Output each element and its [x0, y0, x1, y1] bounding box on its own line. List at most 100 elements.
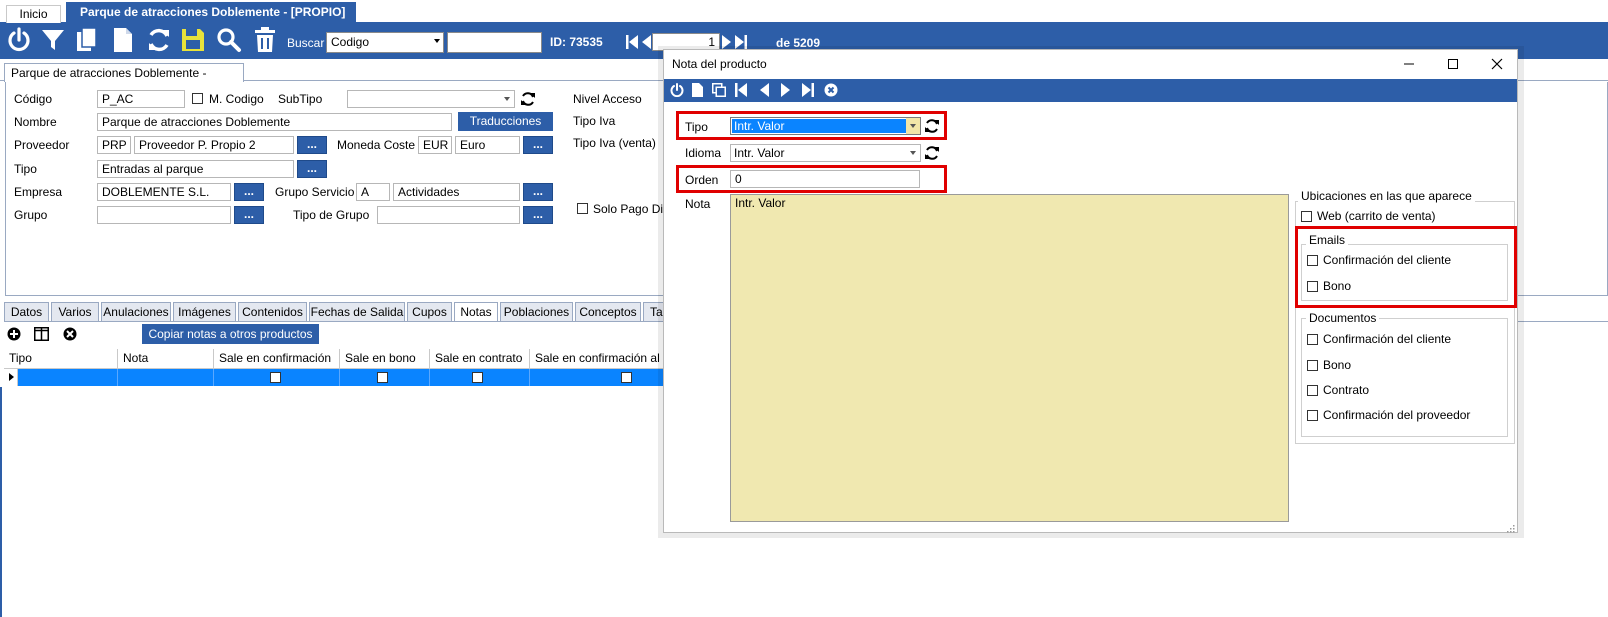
- nombre-input[interactable]: Parque de atracciones Doblemente: [97, 113, 452, 131]
- proveedor-label: Proveedor: [14, 138, 70, 152]
- empresa-lookup-button[interactable]: ...: [234, 183, 264, 201]
- annotation-box-tipo: [676, 111, 947, 140]
- sale-bono-checkbox[interactable]: [377, 372, 388, 383]
- copy-notes-button[interactable]: Copiar notas a otros productos: [142, 324, 319, 344]
- doc-confirmacion-proveedor-checkbox[interactable]: [1307, 410, 1318, 421]
- nombre-label: Nombre: [14, 115, 57, 129]
- row-divider: [339, 369, 340, 386]
- dialog-nota-textarea[interactable]: Intr. Valor: [730, 194, 1289, 522]
- grupo-lookup-button[interactable]: ...: [234, 206, 264, 224]
- web-checkbox[interactable]: [1301, 211, 1312, 222]
- traducciones-button[interactable]: Traducciones: [458, 112, 553, 131]
- delete-note-icon[interactable]: [63, 327, 77, 344]
- moneda-lookup-button[interactable]: ...: [523, 136, 553, 154]
- power-icon[interactable]: [666, 79, 688, 101]
- next-record-icon[interactable]: [775, 79, 797, 101]
- grupo-input[interactable]: [97, 206, 231, 224]
- tab-contenidos[interactable]: Contenidos: [238, 302, 307, 321]
- filter-icon[interactable]: [40, 23, 66, 57]
- empresa-input[interactable]: DOBLEMENTE S.L.: [97, 183, 231, 201]
- ubicaciones-title: Ubicaciones en las que aparece: [1298, 189, 1475, 203]
- add-note-icon[interactable]: [7, 327, 21, 344]
- tab-home[interactable]: Inicio: [6, 5, 61, 23]
- column-sale-contrato[interactable]: Sale en contrato: [430, 349, 530, 368]
- tab-cupos[interactable]: Cupos: [407, 302, 452, 321]
- doc-bono-checkbox[interactable]: [1307, 360, 1318, 371]
- first-record-icon[interactable]: [626, 35, 638, 52]
- doc-confirmacion-proveedor-label: Confirmación del proveedor: [1323, 408, 1471, 422]
- power-icon[interactable]: [6, 23, 32, 57]
- sale-confirmacion-checkbox[interactable]: [270, 372, 281, 383]
- search-icon[interactable]: [216, 23, 242, 57]
- sale-contrato-checkbox[interactable]: [472, 372, 483, 383]
- column-tipo[interactable]: Tipo: [4, 349, 118, 368]
- chevron-down-icon: [434, 39, 440, 43]
- tipo-grupo-input[interactable]: [377, 206, 520, 224]
- web-label: Web (carrito de venta): [1317, 209, 1436, 223]
- tab-datos[interactable]: Datos: [4, 302, 49, 321]
- search-input[interactable]: [447, 32, 542, 53]
- trash-icon[interactable]: [252, 23, 278, 57]
- search-label: Buscar: [287, 36, 325, 50]
- tab-varios[interactable]: Varios: [51, 302, 99, 321]
- dialog-idioma-refresh-icon[interactable]: [925, 145, 939, 164]
- grupo-servicio-lookup-button[interactable]: ...: [523, 183, 553, 201]
- subtipo-select[interactable]: [347, 90, 515, 108]
- detail-tab-strip: Datos Varios Anulaciones Imágenes Conten…: [4, 302, 684, 322]
- doc-confirmacion-cliente-checkbox[interactable]: [1307, 334, 1318, 345]
- tab-active-product[interactable]: Parque de atracciones Doblemente - [PROP…: [66, 2, 356, 23]
- search-field-select[interactable]: Codigo: [326, 32, 444, 53]
- empresa-label: Empresa: [14, 185, 63, 199]
- resize-grip-icon[interactable]: [1505, 522, 1515, 536]
- tab-fechas-salida[interactable]: Fechas de Salida: [309, 302, 405, 321]
- chevron-down-icon: [910, 151, 916, 155]
- copy-icon[interactable]: [708, 79, 730, 101]
- dialog-idioma-select[interactable]: Intr. Valor: [730, 144, 921, 162]
- proveedor-lookup-button[interactable]: ...: [297, 136, 327, 154]
- first-record-icon[interactable]: [730, 79, 752, 101]
- tipo-input[interactable]: Entradas al parque: [97, 160, 294, 178]
- moneda-name-input[interactable]: Euro: [455, 136, 520, 154]
- row-divider: [429, 369, 430, 386]
- save-icon[interactable]: [180, 23, 206, 57]
- columns-icon[interactable]: [34, 327, 49, 344]
- dialog-title: Nota del producto: [672, 57, 767, 71]
- tab-notas[interactable]: Notas: [454, 302, 498, 322]
- subtipo-refresh-icon[interactable]: [521, 91, 535, 110]
- column-nota[interactable]: Nota: [118, 349, 214, 368]
- copy-document-icon[interactable]: [74, 23, 100, 57]
- document-tab[interactable]: Parque de atracciones Doblemente - [PROP…: [4, 63, 244, 98]
- codigo-input[interactable]: P_AC: [97, 90, 185, 108]
- tab-anulaciones[interactable]: Anulaciones: [101, 302, 171, 321]
- prev-record-icon[interactable]: [753, 79, 775, 101]
- tab-imagenes[interactable]: Imágenes: [173, 302, 236, 321]
- proveedor-code-input[interactable]: PRP: [97, 136, 131, 154]
- last-record-icon[interactable]: [797, 79, 819, 101]
- maximize-icon[interactable]: [1438, 54, 1468, 74]
- chevron-down-icon: [504, 97, 510, 101]
- refresh-icon[interactable]: [146, 23, 172, 57]
- grupo-servicio-code-input[interactable]: A: [356, 183, 390, 201]
- prev-record-icon[interactable]: [641, 35, 651, 52]
- moneda-code-input[interactable]: EUR: [418, 136, 452, 154]
- sale-confirmacion-proveedor-checkbox[interactable]: [621, 372, 632, 383]
- column-sale-confirmacion[interactable]: Sale en confirmación: [214, 349, 340, 368]
- search-field-value: Codigo: [331, 35, 370, 49]
- grupo-servicio-name-input[interactable]: Actividades: [393, 183, 520, 201]
- column-sale-bono[interactable]: Sale en bono: [340, 349, 430, 368]
- new-document-icon[interactable]: [110, 23, 136, 57]
- minimize-icon[interactable]: [1394, 54, 1424, 74]
- record-id: ID: 73535: [550, 35, 603, 49]
- tipo-lookup-button[interactable]: ...: [297, 160, 327, 178]
- table-row[interactable]: [4, 369, 684, 386]
- cancel-icon[interactable]: [820, 79, 842, 101]
- mcodigo-checkbox[interactable]: [192, 93, 203, 104]
- tab-conceptos[interactable]: Conceptos: [575, 302, 641, 321]
- solo-pago-checkbox[interactable]: [577, 203, 588, 214]
- new-document-icon[interactable]: [686, 79, 708, 101]
- tipo-grupo-lookup-button[interactable]: ...: [523, 206, 553, 224]
- proveedor-name-input[interactable]: Proveedor P. Propio 2: [134, 136, 294, 154]
- tab-poblaciones[interactable]: Poblaciones: [500, 302, 573, 321]
- doc-contrato-checkbox[interactable]: [1307, 385, 1318, 396]
- close-icon[interactable]: [1482, 54, 1512, 74]
